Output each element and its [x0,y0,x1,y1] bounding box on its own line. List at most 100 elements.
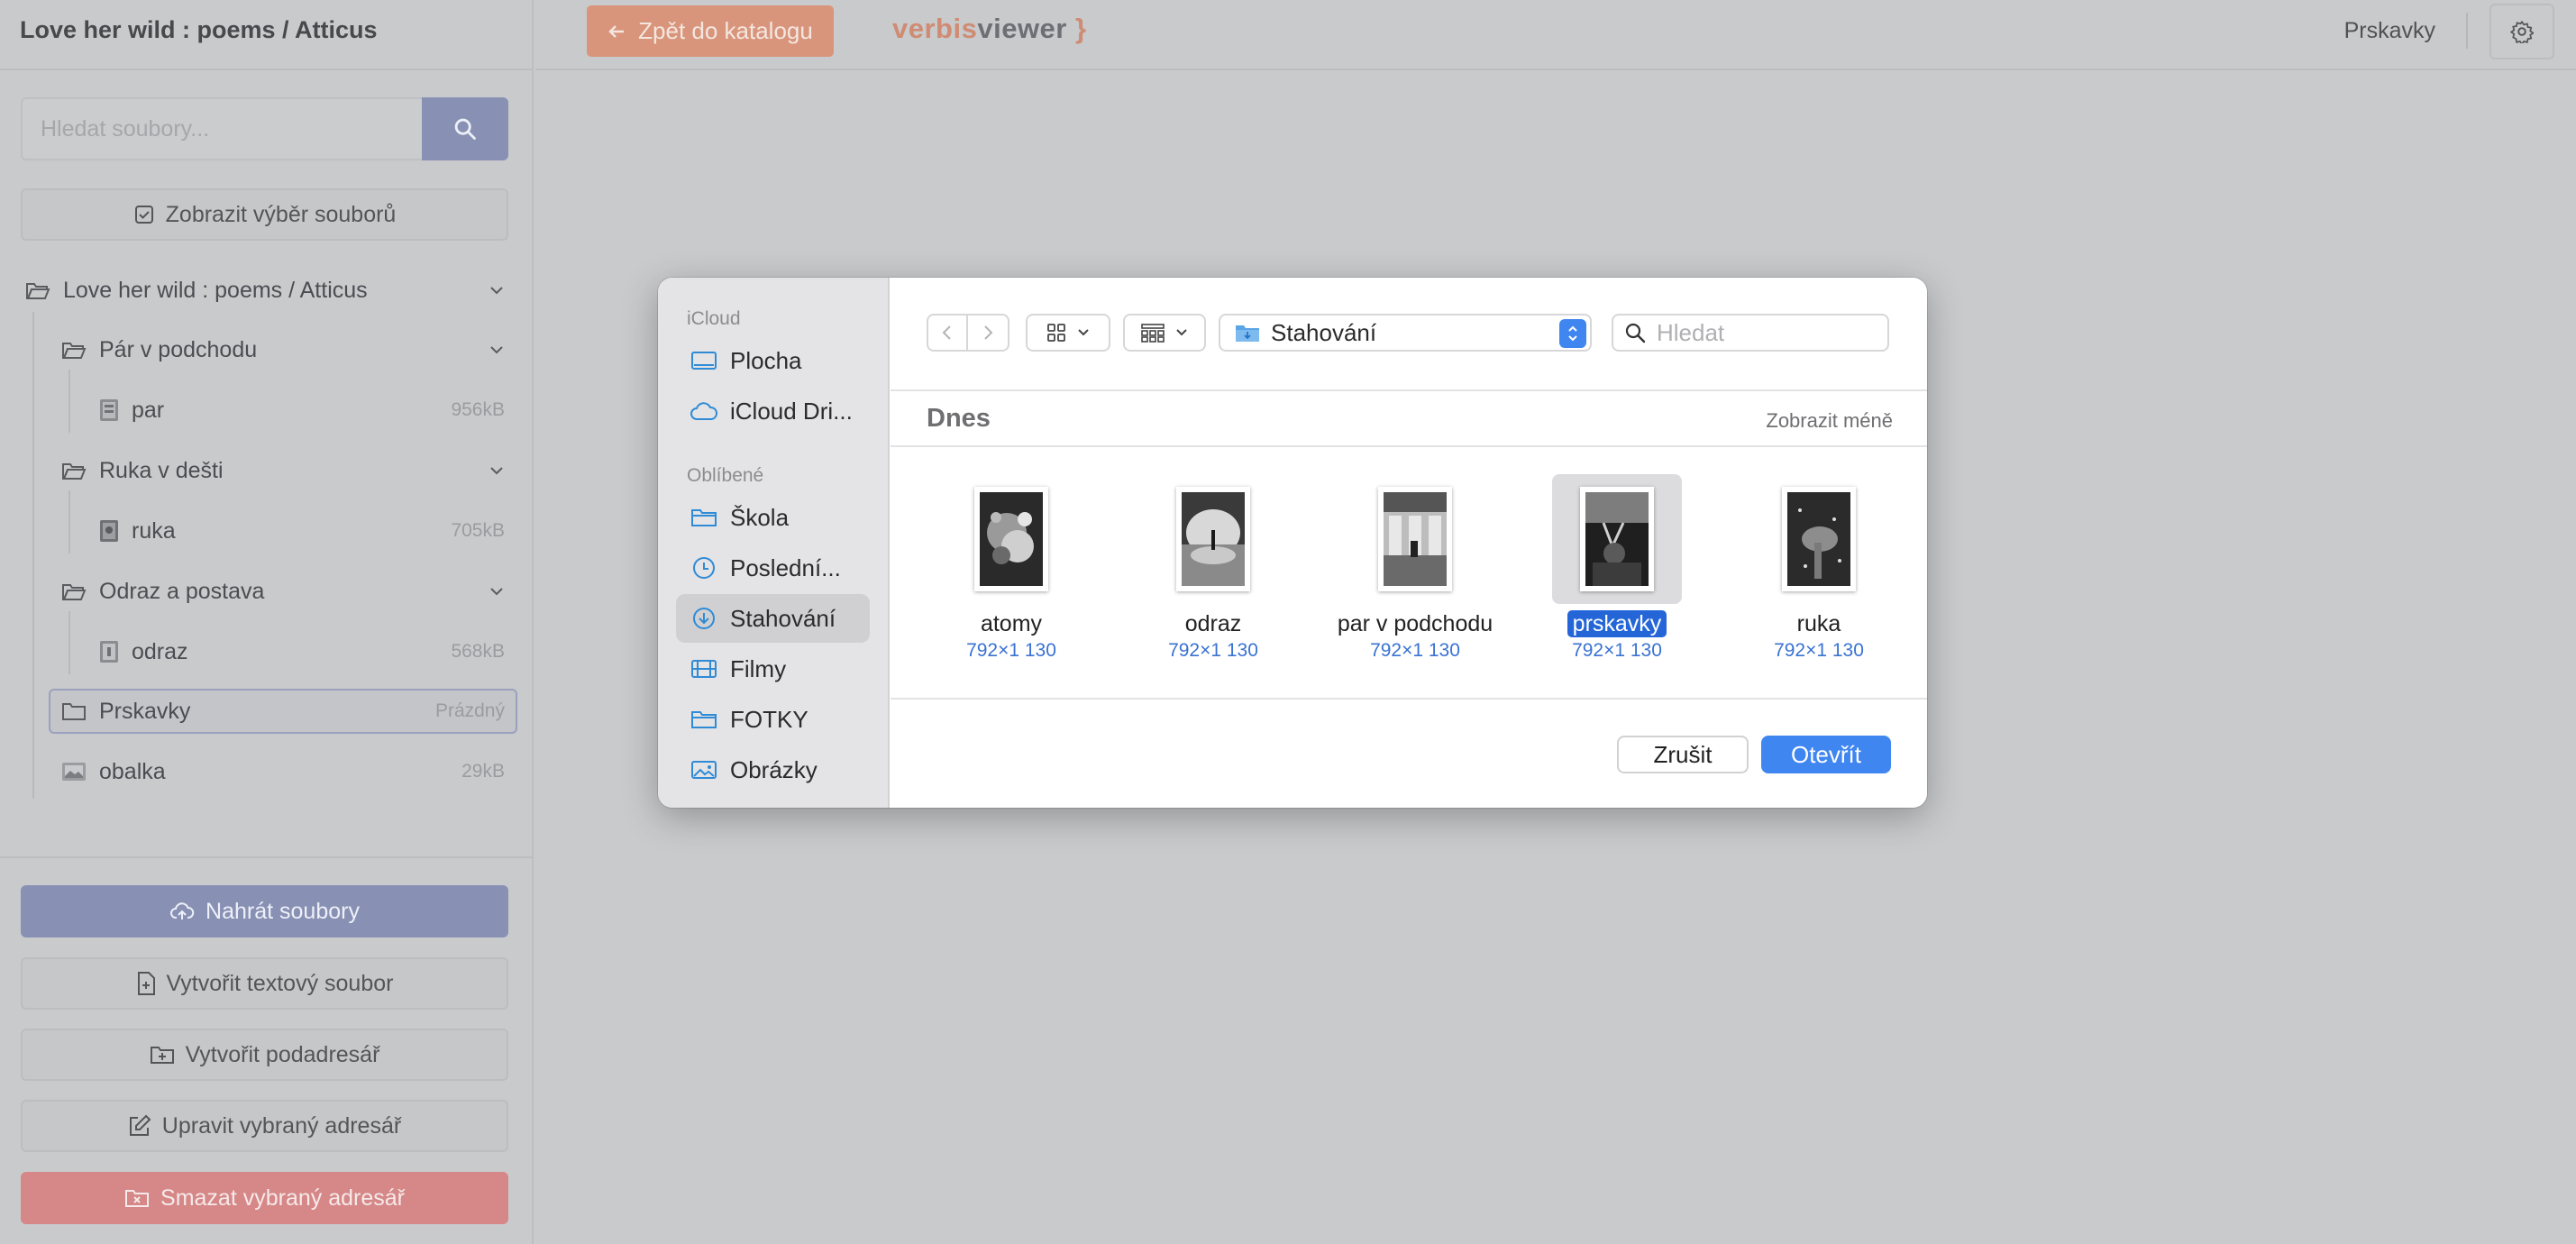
show-selection-button[interactable]: Zobrazit výběr souborů [21,188,508,241]
create-subdir-label: Vytvořit podadresář [185,1041,380,1067]
empty-badge: Prázdný [434,700,505,721]
photo-thumbnail-ruka [1787,492,1850,586]
logo-part: verbis [892,13,978,44]
project-title: Love her wild : poems / Atticus [20,16,378,43]
file-item-odraz[interactable]: odraz 792×1 130 [1123,467,1303,661]
chevron-left-icon [942,325,951,340]
user-name[interactable]: Prskavky [2344,18,2435,44]
sidebar-item-label: iCloud Dri... [730,397,853,425]
photo-thumbnail-prskavky [1585,492,1649,586]
open-button[interactable]: Otevřít [1761,736,1891,773]
file-size: 956kB [451,399,505,420]
cancel-button[interactable]: Zrušit [1617,736,1749,773]
tree-file-par[interactable]: par 956kB [99,389,516,432]
file-item-atomy[interactable]: atomy 792×1 130 [921,467,1101,661]
sidebar-item-movies[interactable]: Filmy [676,645,870,693]
dialog-search-field[interactable] [1612,314,1889,352]
create-subdir-button[interactable]: Vytvořit podadresář [21,1029,508,1081]
image-file-icon [100,520,118,542]
settings-button[interactable] [2489,4,2554,59]
chevron-down-icon[interactable] [489,282,505,298]
chevron-down-icon[interactable] [489,342,505,358]
file-thumbnail-wrap [1148,474,1278,604]
tree-root[interactable]: Love her wild : poems / Atticus [25,269,516,312]
location-select[interactable]: Stahování [1219,314,1592,352]
tree-file-label: obalka [99,758,166,784]
sidebar-item-icloud-drive[interactable]: iCloud Dri... [676,387,870,435]
file-thumbnail-wrap [1552,474,1682,604]
sidebar-item-recents[interactable]: Poslední... [676,544,870,592]
folder-icon [691,711,717,728]
tree-file-obalka[interactable]: obalka 29kB [61,750,516,793]
tree-folder-label: Odraz a postava [99,578,265,604]
file-thumbnail [974,487,1048,591]
clock-icon [693,557,715,579]
sidebar-item-label: Stahování [730,604,836,632]
sidebar-item-skola[interactable]: Škola [676,493,870,542]
edit-directory-button[interactable]: Upravit vybraný adresář [21,1100,508,1152]
sidebar: Love her wild : poems / Atticus Zobrazit… [0,0,534,1244]
file-item-ruka[interactable]: ruka 792×1 130 [1729,467,1909,661]
file-dimensions: 792×1 130 [1168,640,1258,661]
chevron-down-icon[interactable] [489,583,505,599]
top-bar: Zpět do katalogu verbisviewer } Prskavky [535,0,2576,70]
sidebar-item-pictures[interactable]: Obrázky [676,745,870,794]
photo-thumbnail-odraz [1182,492,1245,586]
file-plus-icon [137,972,155,995]
file-name: ruka [1729,611,1909,637]
chevron-down-icon[interactable] [489,462,505,479]
image-file-icon [100,399,118,421]
file-size: 568kB [451,641,505,662]
location-stepper[interactable] [1559,319,1586,348]
checkbox-icon [134,206,153,224]
tree-folder-prskavky[interactable]: Prskavky Prázdný [49,689,517,734]
file-search-input[interactable] [21,97,422,160]
photo-icon [691,761,717,779]
folder-open-icon [62,584,87,600]
file-name-text: atomy [980,611,1043,636]
file-name-text: ruka [1796,611,1841,636]
delete-directory-button[interactable]: Smazat vybraný adresář [21,1172,508,1224]
nav-forward-button[interactable] [968,314,1009,352]
nav-back-button[interactable] [927,314,968,352]
sidebar-item-plocha[interactable]: Plocha [676,336,870,385]
file-item-prskavky[interactable]: prskavky 792×1 130 [1527,467,1707,661]
sidebar-item-downloads[interactable]: Stahování [676,594,870,643]
tree-folder-odraz[interactable]: Odraz a postava [61,570,516,613]
file-dimensions: 792×1 130 [966,640,1056,661]
file-name-text: odraz [1184,611,1242,636]
gear-icon [2510,21,2534,43]
tree-folder-par[interactable]: Pár v podchodu [61,328,516,371]
upload-files-button[interactable]: Nahrát soubory [21,885,508,938]
file-name: prskavky [1527,610,1707,637]
photo-thumbnail-par [1384,492,1447,586]
tree-guide-line [69,370,70,433]
back-to-catalog-button[interactable]: Zpět do katalogu [587,5,834,57]
search-button[interactable] [422,97,508,160]
view-mode-button[interactable] [1026,314,1110,352]
tree-folder-ruka[interactable]: Ruka v dešti [61,449,516,492]
folder-open-icon [62,343,87,359]
sidebar-item-fotky[interactable]: FOTKY [676,695,870,744]
file-item-par-v-podchodu[interactable]: par v podchodu 792×1 130 [1325,467,1505,661]
sidebar-item-label: Plocha [730,346,802,374]
location-name: Stahování [1271,318,1377,346]
cloud-upload-icon [170,902,195,919]
group-mode-button[interactable] [1123,314,1206,352]
sidebar-item-label: Poslední... [730,553,841,581]
tree-file-ruka[interactable]: ruka 705kB [99,509,516,553]
download-icon [693,608,715,629]
sidebar-item-label: FOTKY [730,705,808,733]
file-thumbnail [1176,487,1250,591]
file-dimensions: 792×1 130 [1370,640,1460,661]
tree-folder-label: Ruka v dešti [99,457,224,483]
grid-icon [1047,324,1065,342]
create-text-file-button[interactable]: Vytvořit textový soubor [21,957,508,1010]
file-thumbnail-wrap [946,474,1076,604]
dialog-sidebar: iCloud Plocha iCloud Dri... Oblíbené Ško… [658,278,890,808]
show-less-link[interactable]: Zobrazit méně [1766,409,1893,433]
folder-icon [62,703,86,720]
dialog-search-input[interactable] [1657,318,1873,347]
file-name: odraz [1123,611,1303,637]
tree-file-odraz[interactable]: odraz 568kB [99,630,516,673]
